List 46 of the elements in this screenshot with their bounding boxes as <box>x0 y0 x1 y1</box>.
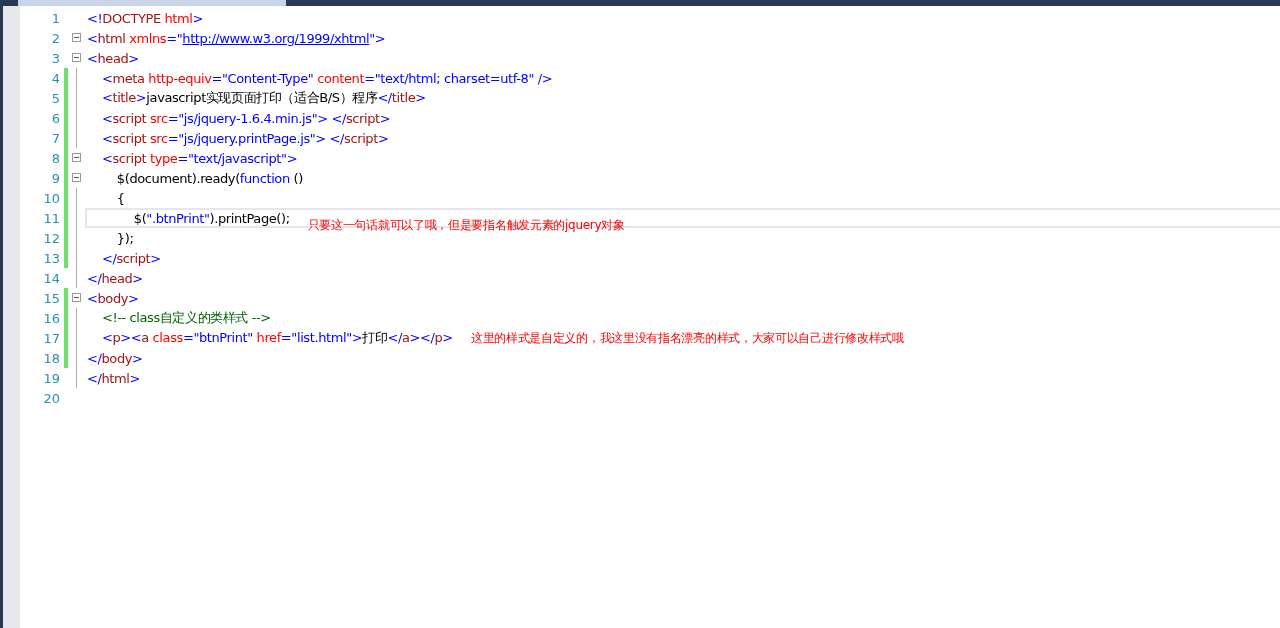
line-number: 1 <box>50 10 60 26</box>
line-number: 2 <box>50 30 60 46</box>
line-number: 20 <box>42 390 60 406</box>
line-number: 7 <box>50 130 60 146</box>
line-number: 17 <box>42 330 60 346</box>
code-line: $(".btnPrint").printPage(); <box>132 210 290 226</box>
code-line: <body> <box>87 290 139 306</box>
line-number: 18 <box>42 350 60 366</box>
code-line: <!-- class自定义的类样式 --> <box>100 309 271 327</box>
code-line: <script type="text/javascript"> <box>100 150 298 166</box>
annotation-text: 这里的样式是自定义的，我这里没有指名漂亮的样式，大家可以自己进行修改样式哦 <box>470 329 904 347</box>
annotation-text: 只要这一句话就可以了哦，但是要指名触发元素的jquery对象 <box>307 216 625 234</box>
line-number: 3 <box>50 50 60 66</box>
line-number: 10 <box>42 190 60 206</box>
code-line: <script src="js/jquery-1.6.4.min.js"> </script> <box>100 110 391 126</box>
line-number: 5 <box>50 90 60 106</box>
code-line: <script src="js/jquery.printPage.js"> </script> <box>100 130 389 146</box>
code-line: <title>javascript实现页面打印（适合B/S）程序</title> <box>100 89 426 107</box>
code-line: { <box>115 190 125 206</box>
line-number: 13 <box>42 250 60 266</box>
code-line: <html xmlns="http://www.w3.org/1999/xhtml"> <box>87 30 386 46</box>
line-number: 8 <box>50 150 60 166</box>
line-number: 16 <box>42 310 60 326</box>
code-line: $(document).ready(function () <box>115 170 303 186</box>
line-number: 12 <box>42 230 60 246</box>
line-number: 9 <box>50 170 60 186</box>
code-line: </head> <box>87 270 143 286</box>
code-line: </body> <box>87 350 143 366</box>
line-number: 15 <box>42 290 60 306</box>
line-number: 19 <box>42 370 60 386</box>
code-line: </html> <box>87 370 140 386</box>
code-line: <!DOCTYPE html> <box>87 10 204 26</box>
line-number: 11 <box>42 210 60 226</box>
code-line: <meta http-equiv="Content-Type" content="text/html; charset=utf-8" /> <box>100 70 553 86</box>
line-number: 6 <box>50 110 60 126</box>
code-line: <head> <box>87 50 139 66</box>
code-line: </script> <box>100 250 161 266</box>
collapse-icon[interactable] <box>72 173 81 182</box>
collapse-icon[interactable] <box>72 53 81 62</box>
code-line: }); <box>115 230 134 246</box>
line-number: 4 <box>50 70 60 86</box>
line-number: 14 <box>42 270 60 286</box>
code-line: <p><a class="btnPrint" href="list.html">打印</a></p> <box>100 329 453 347</box>
collapse-icon[interactable] <box>72 153 81 162</box>
collapse-icon[interactable] <box>72 293 81 302</box>
collapse-icon[interactable] <box>72 33 81 42</box>
